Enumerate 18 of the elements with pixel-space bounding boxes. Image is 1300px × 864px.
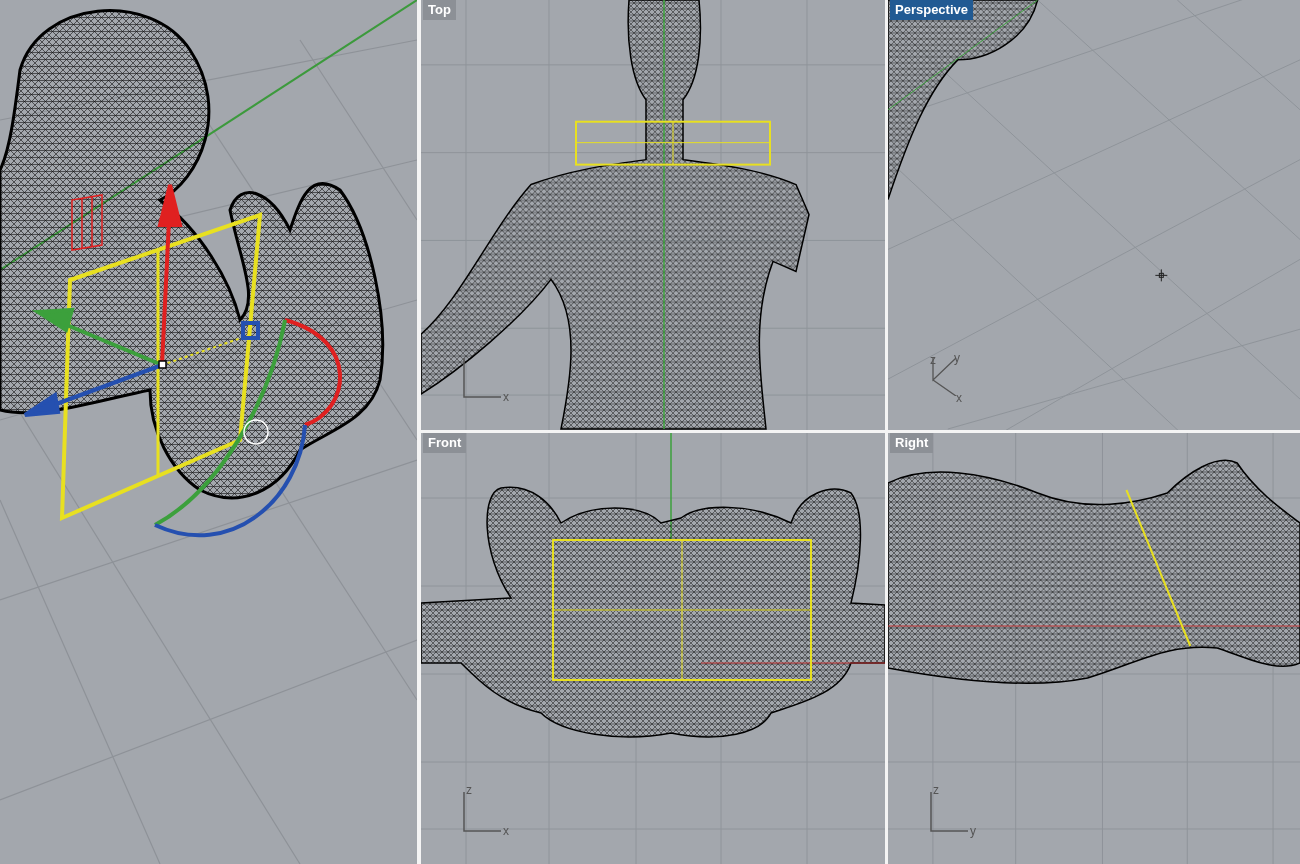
viewport-tab[interactable]: Right (890, 433, 934, 453)
viewport-panel[interactable]: Right z y (888, 433, 1300, 864)
axis-label: y (970, 825, 976, 837)
viewport-panel[interactable]: Front z x (421, 433, 885, 864)
axis-icon (463, 792, 501, 832)
axis-icon (930, 792, 968, 832)
viewport-panel[interactable] (0, 0, 417, 864)
axis-label: z (933, 784, 939, 796)
axis-label: x (956, 392, 962, 404)
viewport-tab[interactable]: Front (423, 433, 467, 453)
viewport-tab[interactable]: Top (423, 0, 456, 20)
crosshair-cursor-icon (1154, 268, 1168, 282)
viewport-tab[interactable]: Perspective (890, 0, 973, 20)
axis-label: x (503, 391, 509, 403)
axis-label: z (930, 354, 936, 366)
axis-label: z (466, 784, 472, 796)
axis-icon (463, 358, 501, 398)
axis-label: x (503, 825, 509, 837)
